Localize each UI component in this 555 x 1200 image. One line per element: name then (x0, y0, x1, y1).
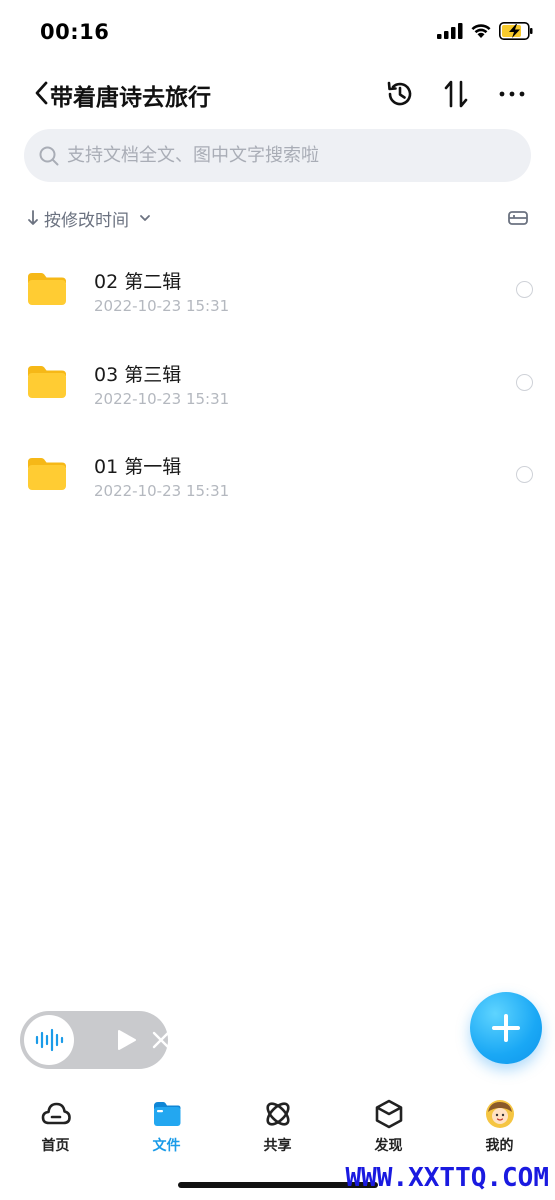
tab-bar: 首页 文件 共享 发现 我的 (0, 1085, 555, 1165)
add-button[interactable] (470, 992, 542, 1064)
folder-icon (150, 1097, 184, 1131)
file-name: 02 第二辑 (94, 271, 182, 293)
status-bar: 00:16 (0, 0, 555, 66)
wifi-icon (471, 24, 491, 38)
signal-icon (437, 23, 463, 39)
select-checkbox[interactable] (516, 281, 533, 298)
file-name: 01 第一辑 (94, 456, 182, 478)
file-list: 02 第二辑 2022-10-23 15:31 03 第三辑 2022-10-2… (0, 243, 555, 521)
avatar (483, 1097, 517, 1131)
transfer-button[interactable] (438, 76, 474, 112)
plus-icon (492, 1014, 520, 1042)
transfer-icon (444, 80, 468, 108)
play-icon[interactable] (114, 1028, 138, 1052)
file-date: 2022-10-23 15:31 (94, 297, 230, 315)
search-bar[interactable] (24, 129, 531, 182)
history-icon (387, 81, 412, 106)
search-icon (39, 146, 59, 165)
more-button[interactable] (494, 76, 530, 112)
select-checkbox[interactable] (516, 373, 533, 391)
sort-dropdown[interactable]: 按修改时间 (26, 204, 153, 232)
battery-charging-icon (499, 22, 533, 40)
status-time: 00:16 (40, 20, 110, 44)
watermark: WWW.XXTTQ.COM (345, 1163, 550, 1193)
folder-icon (28, 365, 66, 398)
list-item[interactable]: 03 第三辑 2022-10-23 15:31 (0, 336, 555, 429)
page-title: 带着唐诗去旅行 (50, 85, 211, 111)
folder-icon (28, 273, 66, 305)
search-input[interactable] (67, 145, 507, 166)
close-icon[interactable] (151, 1030, 171, 1050)
tab-discover[interactable]: 发现 (333, 1085, 444, 1165)
sort-label: 按修改时间 (44, 210, 129, 231)
cloud-icon (39, 1097, 73, 1131)
list-item[interactable]: 02 第二辑 2022-10-23 15:31 (0, 243, 555, 336)
tab-files[interactable]: 文件 (111, 1085, 222, 1165)
cube-icon (372, 1097, 406, 1131)
audio-wave-icon (35, 1028, 64, 1052)
file-date: 2022-10-23 15:31 (94, 389, 230, 408)
file-date: 2022-10-23 15:31 (94, 482, 230, 500)
nav-bar: 带着唐诗去旅行 (0, 66, 555, 122)
tab-profile[interactable]: 我的 (444, 1085, 555, 1165)
tab-label: 发现 (374, 1138, 403, 1154)
select-checkbox[interactable] (516, 466, 533, 483)
history-button[interactable] (382, 76, 418, 112)
tab-label: 共享 (263, 1138, 292, 1154)
chevron-down-icon (140, 215, 150, 221)
view-mode-icon[interactable] (507, 207, 529, 229)
tab-share[interactable]: 共享 (222, 1085, 333, 1165)
status-icons (437, 22, 533, 40)
tab-label: 首页 (41, 1138, 70, 1154)
tab-label: 我的 (485, 1138, 514, 1154)
audio-player[interactable] (20, 1011, 171, 1069)
tab-label: 文件 (152, 1138, 181, 1154)
list-item[interactable]: 01 第一辑 2022-10-23 15:31 (0, 428, 555, 521)
arrow-down-icon (28, 210, 38, 225)
more-icon (499, 91, 525, 97)
tab-home[interactable]: 首页 (0, 1085, 111, 1165)
file-name: 03 第三辑 (94, 363, 182, 386)
atom-icon (261, 1097, 295, 1131)
folder-icon (28, 458, 66, 490)
audio-wave-button[interactable] (24, 1015, 74, 1065)
